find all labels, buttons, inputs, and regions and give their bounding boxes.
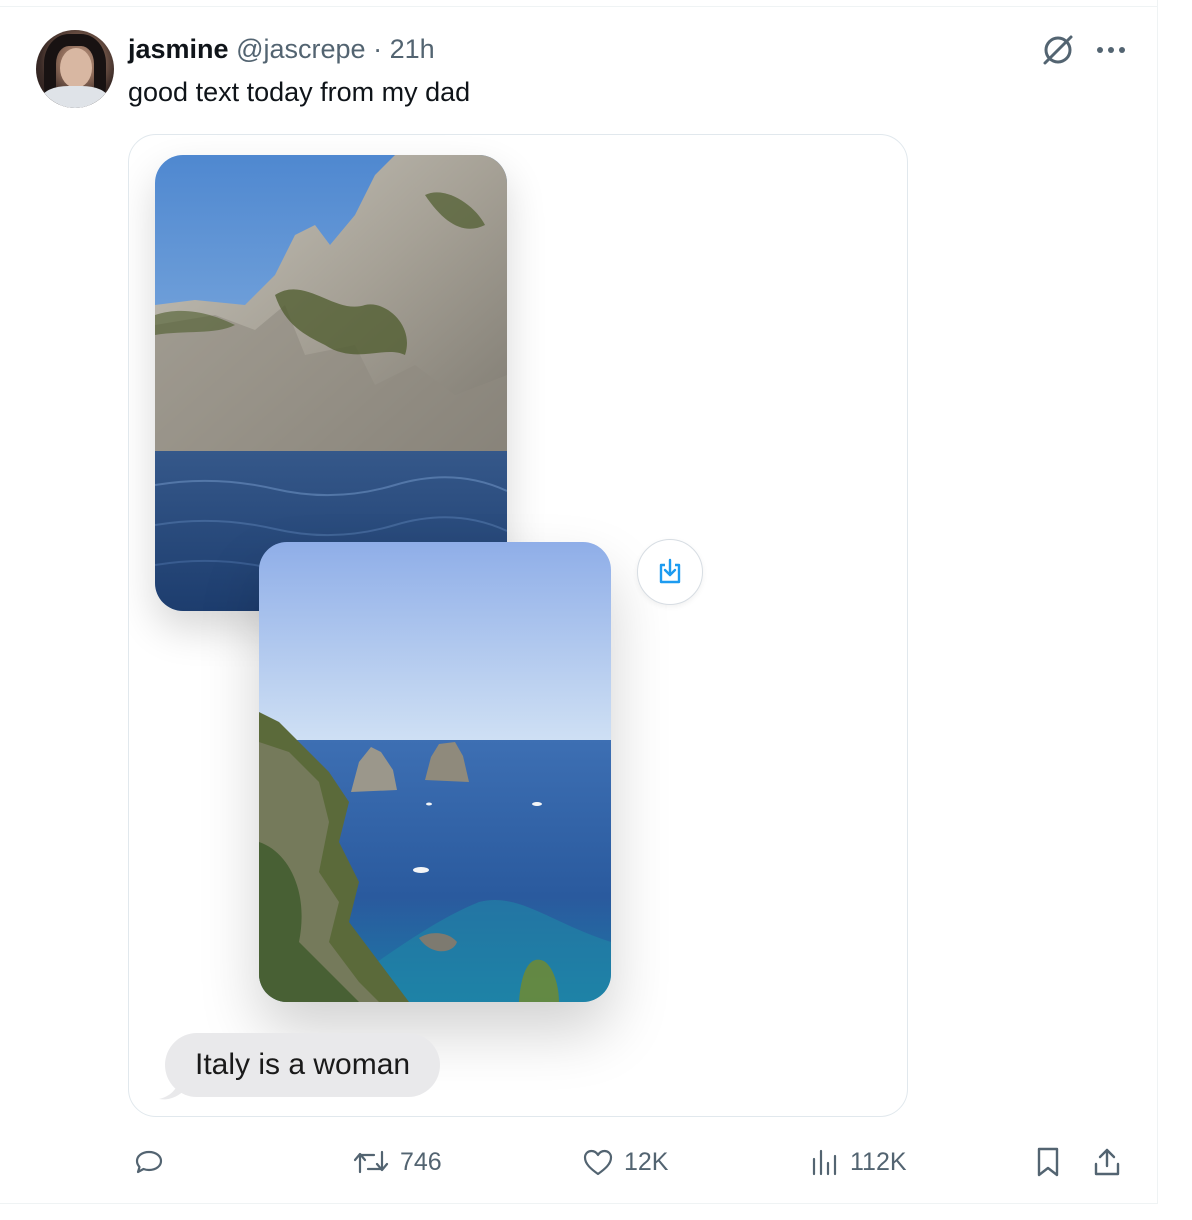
tweet-actions: 746 12K 112K bbox=[0, 1140, 1158, 1184]
views-icon bbox=[812, 1149, 837, 1176]
tweet-text: good text today from my dad bbox=[128, 77, 471, 107]
views-button[interactable]: 112K bbox=[810, 1140, 907, 1184]
share-button[interactable] bbox=[1092, 1140, 1122, 1184]
like-button[interactable]: 12K bbox=[582, 1140, 668, 1184]
message-bubble: Italy is a woman bbox=[165, 1033, 441, 1097]
like-count: 12K bbox=[624, 1147, 669, 1176]
coast-photo[interactable] bbox=[259, 542, 611, 1002]
reply-button[interactable] bbox=[134, 1140, 174, 1184]
header-separator: · bbox=[373, 34, 383, 64]
grok-icon[interactable] bbox=[1038, 30, 1078, 70]
retweet-icon bbox=[353, 1150, 389, 1174]
reply-icon bbox=[135, 1150, 163, 1174]
avatar[interactable] bbox=[36, 30, 114, 108]
more-icon[interactable] bbox=[1096, 45, 1126, 55]
tweet-time[interactable]: 21h bbox=[390, 34, 435, 64]
tweet-top-icons bbox=[1038, 30, 1126, 70]
media-card[interactable]: Italy is a woman bbox=[128, 134, 908, 1117]
bookmark-icon bbox=[1037, 1147, 1059, 1177]
download-icon bbox=[659, 558, 681, 584]
tweet-card[interactable]: jasmine @jascrepe · 21h good text today … bbox=[0, 0, 1158, 1204]
divider bbox=[0, 6, 1158, 7]
retweet-button[interactable]: 746 bbox=[352, 1140, 442, 1184]
bookmark-button[interactable] bbox=[1034, 1140, 1062, 1184]
retweet-count: 746 bbox=[400, 1147, 442, 1176]
share-icon bbox=[1094, 1148, 1120, 1176]
save-image-button[interactable] bbox=[637, 539, 703, 605]
author-handle[interactable]: @jascrepe bbox=[236, 34, 365, 64]
author-name[interactable]: jasmine bbox=[128, 34, 229, 64]
views-count: 112K bbox=[850, 1147, 907, 1176]
heart-icon bbox=[583, 1149, 613, 1176]
tweet-header: jasmine @jascrepe · 21h bbox=[128, 32, 435, 66]
